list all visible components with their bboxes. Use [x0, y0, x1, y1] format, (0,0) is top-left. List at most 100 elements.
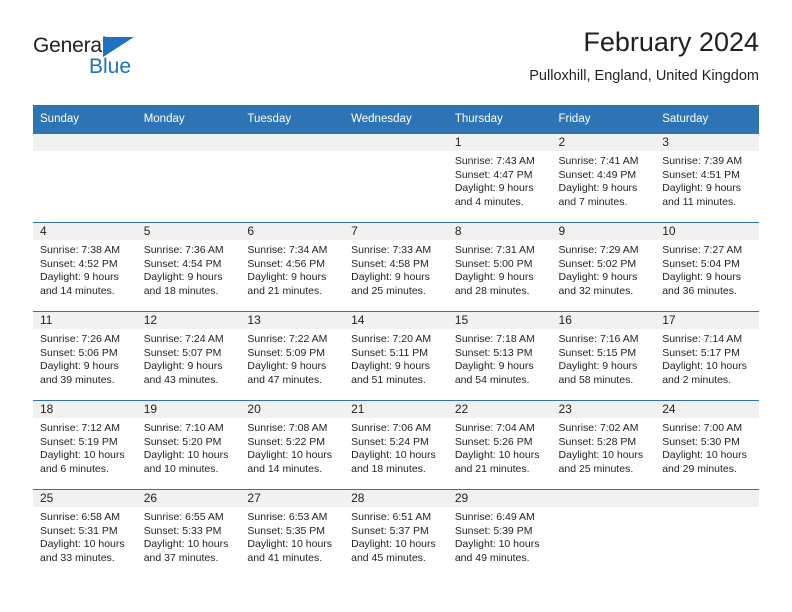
- day-cell[interactable]: 11 Sunrise: 7:26 AM Sunset: 5:06 PM Dayligh…: [33, 311, 137, 401]
- weekday-header-wednesday: Wednesday: [344, 105, 448, 134]
- day-cell[interactable]: 28 Sunrise: 6:51 AM Sunset: 5:37 PM Dayligh…: [344, 489, 448, 578]
- daylight-text-line2: and 18 minutes.: [143, 284, 219, 297]
- day-cell[interactable]: 17 Sunrise: 7:14 AM Sunset: 5:17 PM Dayligh…: [655, 311, 759, 401]
- day-cell[interactable]: 20 Sunrise: 7:08 AM Sunset: 5:22 PM Dayligh…: [240, 400, 345, 490]
- daylight-text-line2: and 21 minutes.: [247, 284, 323, 297]
- day-number: 25: [33, 490, 137, 507]
- daylight-text-line1: Daylight: 10 hours: [247, 538, 333, 551]
- day-details: Sunrise: 7:16 AM Sunset: 5:15 PM Daylight:…: [552, 329, 656, 387]
- day-cell[interactable]: 5 Sunrise: 7:36 AM Sunset: 4:54 PM Daylight…: [136, 222, 241, 312]
- sunrise-text: Sunrise: 7:22 AM: [247, 333, 328, 345]
- sunset-text: Sunset: 4:52 PM: [40, 257, 118, 270]
- daylight-text-line2: and 39 minutes.: [40, 373, 115, 386]
- day-number: 19: [136, 401, 241, 418]
- day-cell[interactable]: 18 Sunrise: 7:12 AM Sunset: 5:19 PM Dayligh…: [33, 400, 137, 490]
- day-cell[interactable]: 8 Sunrise: 7:31 AM Sunset: 5:00 PM Daylight…: [447, 222, 552, 312]
- calendar-week-row: 18 Sunrise: 7:12 AM Sunset: 5:19 PM Dayligh…: [33, 400, 759, 490]
- day-details: Sunrise: 7:22 AM Sunset: 5:09 PM Daylight:…: [240, 329, 344, 387]
- daylight-text-line2: and 2 minutes.: [662, 373, 732, 386]
- daylight-text-line1: Daylight: 9 hours: [558, 271, 638, 284]
- day-details: Sunrise: 7:08 AM Sunset: 5:22 PM Daylight:…: [240, 418, 344, 476]
- daylight-text-line1: Daylight: 9 hours: [662, 271, 742, 284]
- daylight-text-line1: Daylight: 9 hours: [247, 360, 327, 373]
- day-cell[interactable]: 29 Sunrise: 6:49 AM Sunset: 5:39 PM Dayligh…: [447, 489, 552, 578]
- day-cell[interactable]: 27 Sunrise: 6:53 AM Sunset: 5:35 PM Dayligh…: [240, 489, 345, 578]
- weekday-header-friday: Friday: [551, 105, 656, 134]
- day-number: 3: [655, 134, 759, 151]
- daylight-text-line2: and 29 minutes.: [662, 462, 737, 475]
- day-cell[interactable]: 16 Sunrise: 7:16 AM Sunset: 5:15 PM Dayligh…: [551, 311, 656, 401]
- daylight-text-line2: and 33 minutes.: [40, 551, 115, 564]
- daylight-text-line1: Daylight: 10 hours: [454, 449, 540, 462]
- day-cell[interactable]: 12 Sunrise: 7:24 AM Sunset: 5:07 PM Dayligh…: [136, 311, 241, 401]
- day-details: Sunrise: 7:36 AM Sunset: 4:54 PM Daylight:…: [137, 240, 241, 298]
- daylight-text-line2: and 7 minutes.: [558, 195, 628, 208]
- sunrise-text: Sunrise: 6:49 AM: [454, 511, 535, 523]
- daylight-text-line1: Daylight: 10 hours: [143, 449, 229, 462]
- day-cell[interactable]: 19 Sunrise: 7:10 AM Sunset: 5:20 PM Dayligh…: [136, 400, 241, 490]
- day-number: 16: [551, 312, 656, 329]
- day-cell[interactable]: 1 Sunrise: 7:43 AM Sunset: 4:47 PM Daylight…: [447, 133, 552, 223]
- day-cell[interactable]: 4 Sunrise: 7:38 AM Sunset: 4:52 PM Daylight…: [33, 222, 137, 312]
- day-cell[interactable]: 23 Sunrise: 7:02 AM Sunset: 5:28 PM Dayligh…: [551, 400, 656, 490]
- sunset-text: Sunset: 4:54 PM: [143, 257, 222, 270]
- daylight-text-line1: Daylight: 10 hours: [247, 449, 333, 462]
- logo-word-blue: Blue: [89, 55, 132, 78]
- day-details: Sunrise: 6:55 AM Sunset: 5:33 PM Daylight:…: [137, 507, 241, 565]
- day-cell[interactable]: 14 Sunrise: 7:20 AM Sunset: 5:11 PM Dayligh…: [344, 311, 448, 401]
- daylight-text-line1: Daylight: 9 hours: [454, 271, 534, 284]
- day-cell-empty: [240, 133, 345, 223]
- daylight-text-line1: Daylight: 9 hours: [558, 182, 638, 195]
- day-cell[interactable]: 21 Sunrise: 7:06 AM Sunset: 5:24 PM Dayligh…: [344, 400, 448, 490]
- day-cell[interactable]: 15 Sunrise: 7:18 AM Sunset: 5:13 PM Dayligh…: [447, 311, 552, 401]
- daylight-text-line1: Daylight: 10 hours: [558, 449, 644, 462]
- daylight-text-line2: and 6 minutes.: [40, 462, 109, 475]
- sunrise-text: Sunrise: 7:16 AM: [558, 333, 639, 345]
- sunrise-text: Sunrise: 7:26 AM: [40, 333, 120, 345]
- title-block: February 2024 Pulloxhill, England, Unite…: [529, 26, 759, 86]
- sunrise-text: Sunrise: 7:04 AM: [454, 422, 535, 434]
- day-cell[interactable]: 10 Sunrise: 7:27 AM Sunset: 5:04 PM Dayligh…: [655, 222, 759, 312]
- day-details: Sunrise: 7:24 AM Sunset: 5:07 PM Daylight:…: [137, 329, 241, 387]
- sunset-text: Sunset: 5:02 PM: [558, 257, 637, 270]
- day-cell[interactable]: 3 Sunrise: 7:39 AM Sunset: 4:51 PM Daylight…: [655, 133, 759, 223]
- day-cell[interactable]: 7 Sunrise: 7:33 AM Sunset: 4:58 PM Daylight…: [344, 222, 448, 312]
- day-number: 27: [240, 490, 345, 507]
- sunrise-text: Sunrise: 7:39 AM: [662, 155, 743, 167]
- sunrise-text: Sunrise: 7:06 AM: [351, 422, 432, 434]
- day-cell[interactable]: 6 Sunrise: 7:34 AM Sunset: 4:56 PM Daylight…: [240, 222, 345, 312]
- sunrise-text: Sunrise: 7:24 AM: [143, 333, 224, 345]
- day-cell[interactable]: 2 Sunrise: 7:41 AM Sunset: 4:49 PM Daylight…: [551, 133, 656, 223]
- sunset-text: Sunset: 5:20 PM: [143, 435, 222, 448]
- sunset-text: Sunset: 5:19 PM: [40, 435, 118, 448]
- daylight-text-line2: and 36 minutes.: [662, 284, 737, 297]
- daylight-text-line1: Daylight: 9 hours: [662, 182, 742, 195]
- day-cell[interactable]: 25 Sunrise: 6:58 AM Sunset: 5:31 PM Dayligh…: [33, 489, 137, 578]
- daylight-text-line2: and 47 minutes.: [247, 373, 323, 386]
- sunset-text: Sunset: 5:00 PM: [454, 257, 533, 270]
- sunrise-text: Sunrise: 7:29 AM: [558, 244, 639, 256]
- day-number: [344, 134, 448, 151]
- day-number: 22: [447, 401, 552, 418]
- sunset-text: Sunset: 5:09 PM: [247, 346, 326, 359]
- day-number: 15: [447, 312, 552, 329]
- day-number: 5: [136, 223, 241, 240]
- daylight-text-line2: and 25 minutes.: [351, 284, 426, 297]
- daylight-text-line2: and 51 minutes.: [351, 373, 426, 386]
- day-cell[interactable]: 9 Sunrise: 7:29 AM Sunset: 5:02 PM Daylight…: [551, 222, 656, 312]
- day-details: Sunrise: 7:43 AM Sunset: 4:47 PM Daylight:…: [448, 151, 552, 209]
- day-details: Sunrise: 7:00 AM Sunset: 5:30 PM Daylight:…: [655, 418, 759, 476]
- day-cell[interactable]: 22 Sunrise: 7:04 AM Sunset: 5:26 PM Dayligh…: [447, 400, 552, 490]
- day-cell[interactable]: 13 Sunrise: 7:22 AM Sunset: 5:09 PM Dayligh…: [240, 311, 345, 401]
- daylight-text-line1: Daylight: 9 hours: [351, 360, 430, 373]
- day-cell[interactable]: 24 Sunrise: 7:00 AM Sunset: 5:30 PM Dayligh…: [655, 400, 759, 490]
- day-details: Sunrise: 7:20 AM Sunset: 5:11 PM Daylight:…: [344, 329, 448, 387]
- sunset-text: Sunset: 5:13 PM: [454, 346, 533, 359]
- daylight-text-line1: Daylight: 9 hours: [247, 271, 327, 284]
- daylight-text-line1: Daylight: 9 hours: [143, 271, 223, 284]
- day-details: Sunrise: 7:29 AM Sunset: 5:02 PM Daylight:…: [552, 240, 656, 298]
- day-cell[interactable]: 26 Sunrise: 6:55 AM Sunset: 5:33 PM Dayligh…: [136, 489, 241, 578]
- daylight-text-line2: and 49 minutes.: [454, 551, 530, 564]
- daylight-text-line2: and 58 minutes.: [558, 373, 634, 386]
- day-number: 26: [136, 490, 241, 507]
